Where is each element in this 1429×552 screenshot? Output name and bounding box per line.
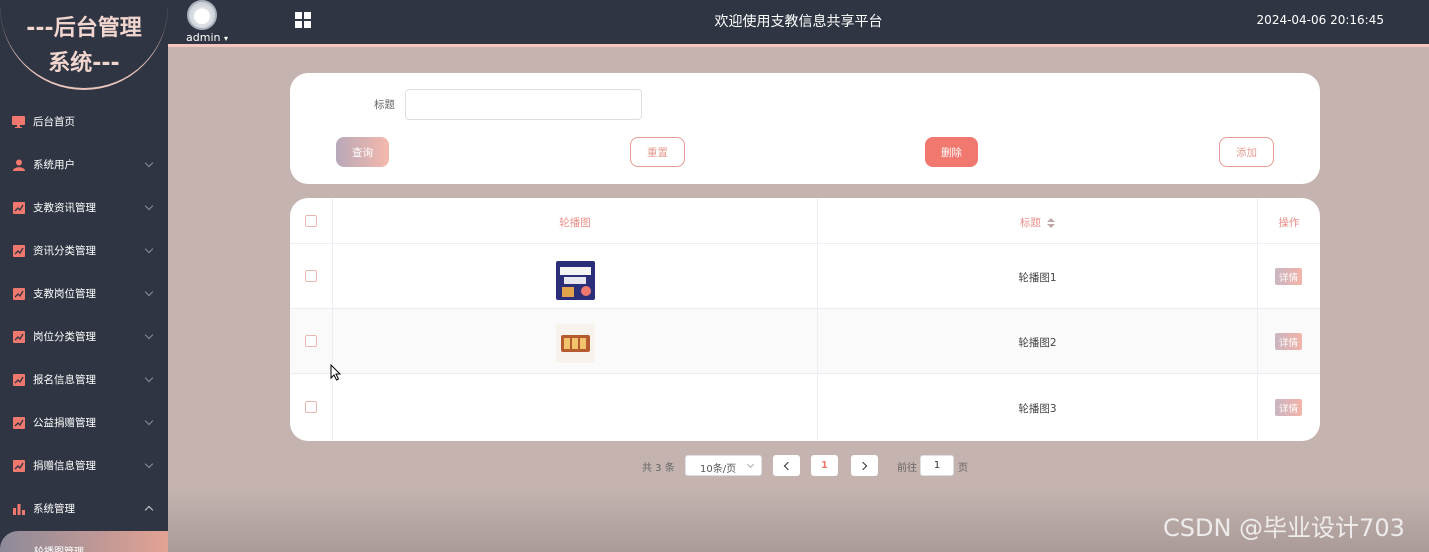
detail-button[interactable]: 详情: [1275, 399, 1302, 416]
brand-title-line1: ---后台管理: [26, 16, 142, 41]
brand-title-line2: 系统---: [48, 51, 120, 76]
next-page-button[interactable]: [851, 455, 878, 476]
caret-down-icon: ▾: [223, 34, 228, 43]
sidebar-item-users[interactable]: 系统用户: [0, 143, 168, 186]
reset-button[interactable]: 重置: [630, 137, 685, 167]
column-header-title-label: 标题: [1019, 217, 1041, 229]
chart-line-icon: [12, 287, 25, 300]
goto-label: 前往: [897, 463, 917, 474]
table-row: 轮播图3 详情: [290, 375, 1320, 440]
sidebar-item-label: 捐赠信息管理: [33, 460, 96, 472]
sidebar-item-news-category[interactable]: 资讯分类管理: [0, 229, 168, 272]
sidebar-item-label: 支教资讯管理: [33, 202, 96, 214]
datetime: 2024-04-06 20:16:45: [1256, 13, 1384, 27]
detail-button[interactable]: 详情: [1275, 333, 1302, 350]
chevron-down-icon: [144, 287, 154, 297]
sidebar-item-donation-info[interactable]: 捐赠信息管理: [0, 444, 168, 487]
sidebar-item-label: 支教岗位管理: [33, 288, 96, 300]
sidebar-item-label: 岗位分类管理: [33, 331, 96, 343]
chevron-left-icon: [783, 461, 793, 470]
chevron-down-icon: [144, 330, 154, 340]
prev-page-button[interactable]: [773, 455, 800, 476]
row-title: 轮播图2: [1018, 337, 1057, 349]
chevron-down-icon: [746, 460, 755, 469]
chevron-up-icon: [144, 505, 154, 515]
table-header: 轮播图 标题 操作: [290, 198, 1320, 244]
chevron-down-icon: [144, 459, 154, 469]
sidebar-menu: 后台首页 系统用户 支教资讯管理 资讯分类管理 支教岗位管理 岗位分类管理 报名…: [0, 100, 168, 530]
top-bar: admin ▾ 欢迎使用支教信息共享平台 2024-04-06 20:16:45: [168, 0, 1429, 47]
sidebar-subitem-carousel[interactable]: 轮播图管理: [0, 531, 168, 552]
table-row: 轮播图2 详情: [290, 309, 1320, 374]
chevron-down-icon: [144, 244, 154, 254]
monitor-icon: [12, 115, 25, 128]
sidebar-item-system[interactable]: 系统管理: [0, 487, 168, 530]
column-divider: [817, 198, 818, 441]
page-size-value: 10条/页: [700, 464, 737, 475]
title-label: 标题: [374, 99, 395, 111]
sidebar-item-label: 系统用户: [33, 159, 75, 171]
select-all-checkbox[interactable]: [305, 215, 317, 227]
page-number-current[interactable]: 1: [811, 455, 838, 476]
chart-line-icon: [12, 244, 25, 257]
add-button[interactable]: 添加: [1219, 137, 1274, 167]
page-title: 欢迎使用支教信息共享平台: [714, 14, 883, 30]
watermark: CSDN @毕业设计703: [1163, 514, 1405, 542]
sidebar: ---后台管理 系统--- 后台首页 系统用户 支教资讯管理 资讯分类管理 支教…: [0, 0, 168, 552]
chart-line-icon: [12, 416, 25, 429]
table-row: 轮播图1 详情: [290, 244, 1320, 309]
sidebar-item-registration[interactable]: 报名信息管理: [0, 358, 168, 401]
chart-line-icon: [12, 201, 25, 214]
sidebar-item-charity[interactable]: 公益捐赠管理: [0, 401, 168, 444]
column-divider: [1257, 198, 1258, 441]
carousel-thumbnail[interactable]: [556, 392, 595, 395]
row-checkbox[interactable]: [305, 270, 317, 282]
row-title: 轮播图3: [1018, 403, 1057, 415]
chart-line-icon: [12, 330, 25, 343]
sidebar-item-job-category[interactable]: 岗位分类管理: [0, 315, 168, 358]
user-name: admin: [186, 31, 221, 44]
row-checkbox[interactable]: [305, 335, 317, 347]
row-title: 轮播图1: [1018, 272, 1057, 284]
sidebar-item-label: 报名信息管理: [33, 374, 96, 386]
delete-button[interactable]: 删除: [925, 137, 978, 167]
column-header-title[interactable]: 标题: [818, 215, 1257, 230]
column-divider: [332, 198, 333, 441]
pagination-total: 共 3 条: [642, 463, 675, 474]
brand: ---后台管理 系统---: [0, 0, 168, 92]
goto-page-input[interactable]: 1: [920, 455, 954, 476]
query-button[interactable]: 查询: [336, 137, 389, 167]
user-menu[interactable]: admin ▾: [186, 31, 228, 44]
chart-line-icon: [12, 373, 25, 386]
page-size-select[interactable]: 10条/页: [685, 455, 762, 476]
goto-unit: 页: [958, 463, 968, 474]
sidebar-item-label: 系统管理: [33, 503, 75, 515]
user-icon: [12, 159, 25, 171]
mouse-cursor-icon: [330, 364, 342, 381]
detail-button[interactable]: 详情: [1275, 268, 1302, 285]
sidebar-item-jobs[interactable]: 支教岗位管理: [0, 272, 168, 315]
chevron-right-icon: [858, 461, 868, 470]
column-header-action: 操作: [1278, 217, 1300, 229]
data-table: 轮播图 标题 操作 轮播图1 详情 轮播图2 详情 轮播图3 详情: [290, 198, 1320, 441]
sidebar-item-news[interactable]: 支教资讯管理: [0, 186, 168, 229]
chart-line-icon: [12, 459, 25, 472]
chevron-down-icon: [144, 201, 154, 211]
sidebar-item-label: 公益捐赠管理: [33, 417, 96, 429]
carousel-thumbnail[interactable]: [556, 324, 595, 363]
column-header-image: 轮播图: [559, 217, 591, 229]
row-checkbox[interactable]: [305, 401, 317, 413]
sort-icon[interactable]: [1047, 218, 1056, 228]
sidebar-item-home[interactable]: 后台首页: [0, 100, 168, 143]
bar-chart-icon: [12, 503, 25, 515]
carousel-thumbnail[interactable]: [556, 261, 595, 300]
chevron-down-icon: [144, 416, 154, 426]
chevron-down-icon: [144, 373, 154, 383]
current-page: 1: [821, 460, 828, 471]
chevron-down-icon: [144, 158, 154, 168]
sidebar-item-label: 后台首页: [33, 116, 75, 128]
search-panel: 标题 查询 重置 删除 添加: [290, 73, 1320, 184]
title-search-input[interactable]: [405, 89, 642, 120]
sidebar-item-label: 资讯分类管理: [33, 245, 96, 257]
